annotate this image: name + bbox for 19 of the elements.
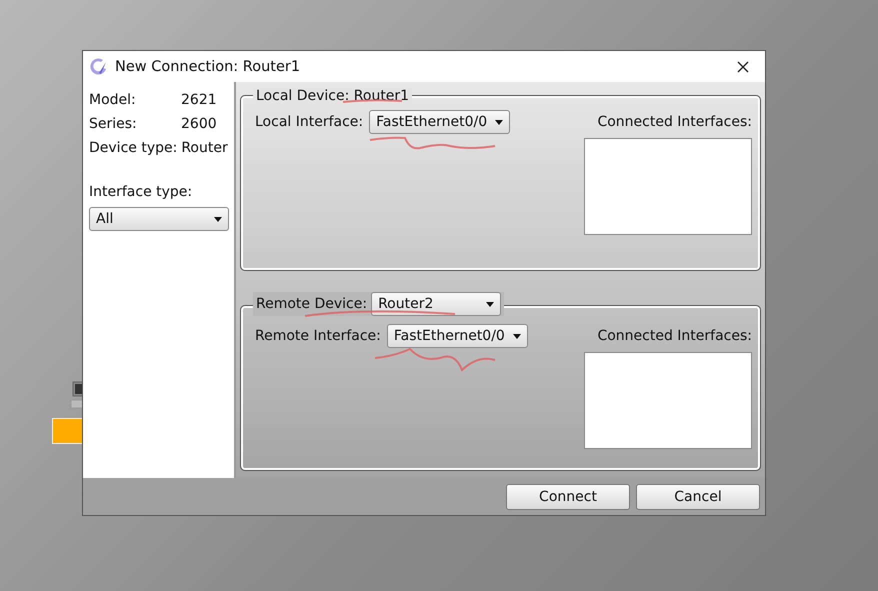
field-label: Remote Interface: bbox=[255, 327, 381, 346]
info-label: Model: bbox=[89, 92, 137, 108]
remote-device-dropdown[interactable]: Router2 bbox=[371, 292, 502, 316]
info-value: Router bbox=[181, 140, 228, 156]
field-label: Connected Interfaces: bbox=[597, 113, 752, 132]
field-label: Local Interface: bbox=[255, 113, 364, 132]
interface-type-label: Interface type: bbox=[89, 183, 194, 202]
info-value: 2600 bbox=[181, 116, 217, 132]
interface-dropdown[interactable]: FastEthernet0/0 bbox=[386, 324, 528, 348]
info-value: 2621 bbox=[181, 92, 217, 108]
field-label: Connected Interfaces: bbox=[597, 327, 752, 346]
info-label: Series: bbox=[89, 116, 138, 132]
dialog-button[interactable]: Connect bbox=[506, 484, 630, 510]
info-label: Device type: bbox=[89, 140, 178, 156]
group-legend: Remote Device: bbox=[256, 296, 368, 312]
interface-type-dropdown[interactable]: All bbox=[89, 207, 229, 231]
interface-dropdown[interactable]: FastEthernet0/0 bbox=[369, 110, 510, 134]
dialog-button[interactable]: Cancel bbox=[636, 484, 760, 510]
window-title: New Connection: Router1 bbox=[115, 58, 300, 74]
